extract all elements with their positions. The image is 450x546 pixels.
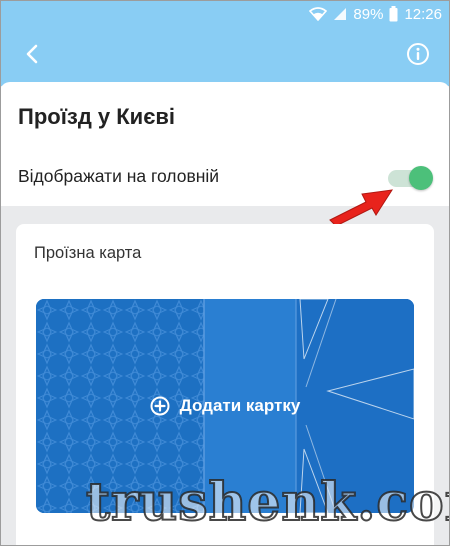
app-header: 89% 12:26 — [0, 0, 450, 86]
clock: 12:26 — [404, 5, 442, 23]
app-screen: 89% 12:26 Проїзд у Києві Відображати на … — [0, 0, 450, 546]
battery-icon — [389, 6, 398, 22]
travel-card-label: Проїзна карта — [34, 244, 142, 262]
red-arrow-icon — [329, 189, 394, 226]
back-button[interactable] — [18, 40, 46, 68]
show-on-main-label: Відображати на головній — [18, 166, 220, 186]
plus-circle-icon — [150, 396, 170, 416]
info-button[interactable] — [406, 42, 430, 66]
info-circle-icon — [407, 43, 429, 65]
signal-icon — [333, 7, 347, 21]
battery-percent: 89% — [353, 5, 384, 23]
chevron-left-icon — [26, 44, 38, 64]
wifi-icon — [309, 7, 328, 21]
page-title: Проїзд у Києві — [18, 104, 175, 129]
toggle-knob — [409, 166, 433, 190]
status-bar: 89% 12:26 — [309, 4, 442, 24]
watermark: trushenk.com — [85, 471, 450, 534]
add-card-label: Додати картку — [179, 396, 301, 415]
